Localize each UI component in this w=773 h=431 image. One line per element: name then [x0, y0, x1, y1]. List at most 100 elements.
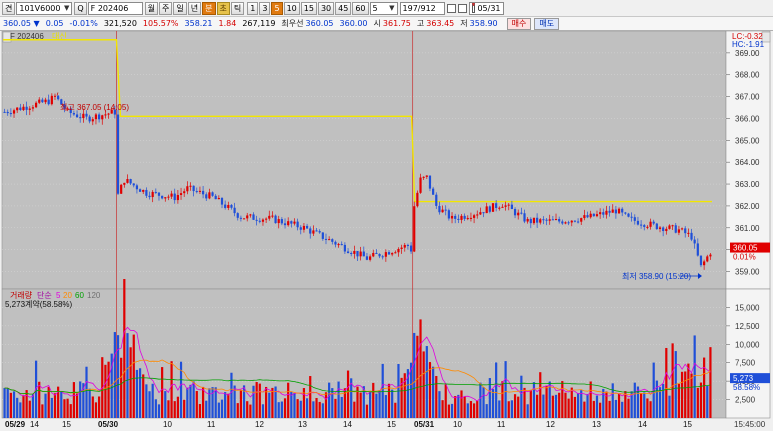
candle-body — [671, 225, 674, 227]
volume-bar — [148, 391, 151, 418]
candle-body — [321, 232, 324, 239]
buy-button[interactable]: 매수 — [506, 17, 532, 30]
candle-body — [693, 239, 696, 244]
menu-button[interactable]: 견 — [2, 1, 16, 15]
candle-body — [652, 221, 655, 224]
price-tick-label: 364.00 — [735, 158, 760, 167]
candle-body — [28, 108, 31, 110]
volume-bar — [498, 400, 501, 418]
volume-bar — [38, 381, 41, 418]
volume-bar — [138, 368, 142, 418]
candle-body — [299, 227, 302, 230]
volume-bar — [60, 391, 63, 418]
period-button-4[interactable]: 분 — [202, 1, 216, 15]
candle-body — [548, 219, 551, 221]
date-toggle-checkbox[interactable] — [457, 3, 467, 13]
volume-bar — [706, 385, 709, 418]
price-tick-label: 366.00 — [735, 114, 760, 123]
interval-button-6[interactable]: 45 — [335, 1, 352, 15]
interval-button-7[interactable]: 60 — [352, 1, 369, 15]
candle-body — [690, 232, 693, 240]
volume-tick-label: 15,000 — [735, 303, 760, 312]
interval-button-3[interactable]: 10 — [283, 1, 300, 15]
candle-body — [529, 218, 532, 224]
period-button-3[interactable]: 년 — [187, 1, 202, 15]
period-button-0[interactable]: 월 — [144, 1, 159, 15]
volume-bar — [268, 392, 271, 418]
candle-body — [419, 177, 422, 193]
candle-body — [142, 189, 145, 192]
count-field[interactable]: 197/912 — [399, 1, 445, 15]
candle-body — [435, 194, 438, 206]
volume-bar — [261, 404, 265, 418]
volume-bar — [287, 382, 290, 418]
date-field[interactable]: 05/31 — [468, 1, 504, 15]
volume-bar — [116, 335, 120, 418]
interval-button-4[interactable]: 15 — [300, 1, 317, 15]
candle-body — [101, 115, 104, 120]
candle-body — [472, 215, 476, 218]
candle-body — [9, 113, 12, 115]
candle-body — [658, 227, 662, 230]
volume-bar — [627, 398, 630, 418]
interval-button-1[interactable]: 3 — [259, 1, 271, 15]
candle-body — [6, 111, 9, 114]
volume-bar — [290, 392, 293, 418]
volume-bar — [211, 387, 214, 418]
period-button-2[interactable]: 일 — [173, 1, 187, 15]
date-value: 05/31 — [477, 3, 501, 13]
interval-select[interactable]: 5 ▼ — [369, 1, 398, 15]
volume-bar — [517, 396, 520, 418]
volume-bar — [595, 395, 599, 418]
sell-button[interactable]: 매도 — [534, 17, 560, 30]
interval-button-5[interactable]: 30 — [317, 1, 335, 15]
candle-body — [50, 95, 53, 105]
volume-legend[interactable]: 거래량 단순 5 20 60 120 — [10, 290, 101, 300]
candle-body — [195, 191, 198, 193]
chart-area[interactable]: 369.00 368.00 367.00 366.00 365.00 364.00 363.… — [0, 31, 773, 431]
grid-toggle-checkbox[interactable] — [446, 3, 456, 13]
candle-body — [296, 221, 299, 228]
price-tick-label: 361.00 — [735, 224, 760, 233]
volume-bar — [271, 387, 274, 418]
period-button-5[interactable]: 초 — [216, 1, 230, 15]
volume-bar — [22, 395, 25, 418]
candle-body — [123, 182, 126, 185]
candle-body — [290, 221, 293, 224]
period-button-6[interactable]: 틱 — [230, 1, 245, 15]
interval-button-0[interactable]: 1 — [247, 1, 259, 15]
x-axis-label: 13 — [592, 420, 601, 429]
candle-body — [201, 190, 205, 195]
volume-bar — [312, 401, 315, 418]
candle-body — [31, 107, 35, 109]
candle-body — [558, 219, 561, 222]
volume-bar — [444, 384, 447, 418]
volume-bar — [9, 392, 12, 418]
search-button[interactable]: Q — [74, 1, 87, 15]
volume-legend-name: 거래량 — [10, 290, 33, 300]
candle-body — [255, 219, 258, 221]
candle-body — [79, 117, 82, 119]
price-tick-label: 365.00 — [735, 136, 760, 145]
volume-bar — [44, 393, 47, 418]
candle-body — [157, 192, 161, 196]
period-button-1[interactable]: 주 — [159, 1, 173, 15]
candle-body — [22, 106, 25, 111]
volume-bar — [299, 400, 302, 418]
low-annotation: 최저 358.90 (15:20) — [622, 271, 691, 281]
volume-bar — [331, 388, 334, 418]
volume-bar — [230, 372, 233, 418]
code-field[interactable]: 101V6000 ▼ — [16, 1, 73, 15]
candle-body — [192, 185, 195, 192]
candle-body — [517, 212, 520, 216]
candle-body — [441, 209, 444, 213]
candle-body — [510, 204, 514, 210]
volume-bar — [592, 400, 595, 418]
candle-body — [476, 214, 479, 216]
candle-body — [573, 220, 577, 222]
volume-bar — [495, 362, 498, 418]
volume-bar — [283, 398, 287, 418]
volume-bar — [239, 390, 243, 418]
x-axis-label: 05/29 — [5, 420, 26, 429]
interval-button-2[interactable]: 5 — [271, 1, 283, 15]
